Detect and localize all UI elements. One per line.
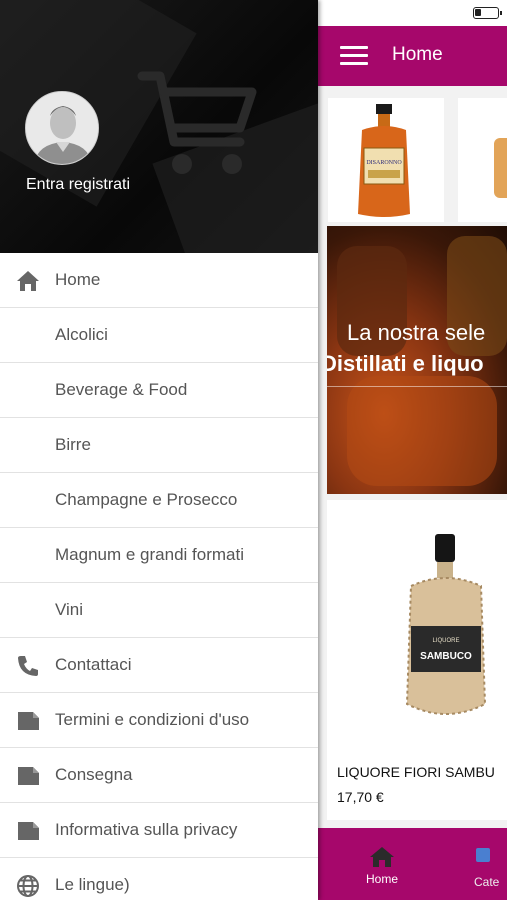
globe-icon [17,875,39,897]
bottle-label: SAMBUCO [420,651,472,662]
hamburger-icon[interactable] [340,46,368,66]
bottle-image [494,138,507,198]
navigation-drawer: Entra registrati Home Alcolici Beverage … [0,0,318,900]
home-icon [370,847,394,867]
menu-item-vini[interactable]: Vini [0,583,318,638]
product-price: 17,70 € [337,789,384,805]
nav-categories-label: Cate [474,875,500,889]
bottom-navigation: Home Cate [318,828,507,900]
menu-item-label: Champagne e Prosecco [55,490,238,509]
drawer-header: Entra registrati [0,0,318,253]
home-icon [17,271,39,291]
nav-tab-categories[interactable]: Cate [474,846,507,889]
menu-item-champagne-prosecco[interactable]: Champagne e Prosecco [0,473,318,528]
sambuco-bottle-image: LIQUORE SAMBUCO [405,534,487,715]
status-bar [318,0,507,26]
promo-banner[interactable]: La nostra sele Distillati e liquo [327,226,507,494]
banner-divider [327,386,507,387]
menu-item-magnum[interactable]: Magnum e grandi formati [0,528,318,583]
shopping-cart-icon [137,71,257,174]
document-icon [18,822,39,840]
menu-item-label: Informativa sulla privacy [55,820,238,839]
menu-item-label: Home [55,270,101,289]
menu-item-label: Consegna [55,765,133,784]
categories-icon [476,848,490,862]
document-icon [18,767,39,785]
menu-item-label: Beverage & Food [55,380,188,399]
menu-item-termini[interactable]: Termini e condizioni d'uso [0,693,318,748]
product-card[interactable]: DISARONNO [328,98,444,222]
menu-item-label: Birre [55,435,91,454]
menu-item-contattaci[interactable]: Contattaci [0,638,318,693]
product-name: LIQUORE FIORI SAMBU [337,764,495,780]
bottle-label: DISARONNO [366,160,402,166]
main-app: Home DISARONNO La nostra sele Distillati… [318,0,507,900]
menu-item-consegna[interactable]: Consegna [0,748,318,803]
menu-item-label: Vini [55,600,84,619]
menu-item-label: Termini e condizioni d'uso [55,710,250,729]
banner-line-1: La nostra sele [347,320,486,345]
amaretto-bottle-image: DISARONNO [358,104,410,217]
menu-item-lingue[interactable]: Le lingue) [0,858,318,900]
app-toolbar: Home [318,26,507,86]
menu-item-home[interactable]: Home [0,253,318,308]
menu-item-label: Le lingue) [55,875,130,894]
nav-home-label: Home [365,872,398,886]
bottle-sublabel: LIQUORE [432,638,459,644]
menu-item-privacy[interactable]: Informativa sulla privacy [0,803,318,858]
drawer-menu: Home Alcolici Beverage & Food Birre Cham… [0,253,318,900]
login-register-link[interactable]: Entra registrati [26,176,130,194]
document-icon [18,712,39,730]
menu-item-label: Contattaci [55,655,132,674]
phone-icon [18,656,38,676]
user-avatar-icon[interactable] [25,91,99,165]
product-card[interactable] [458,98,507,222]
product-card-sambuco[interactable]: LIQUORE SAMBUCO LIQUORE FIORI SAMBU 17,7… [327,500,507,820]
menu-item-alcolici[interactable]: Alcolici [0,308,318,363]
menu-item-beverage-food[interactable]: Beverage & Food [0,363,318,418]
battery-icon [473,7,502,19]
page-title: Home [392,44,443,65]
nav-tab-home[interactable]: Home [352,846,412,886]
menu-item-label: Magnum e grandi formati [55,545,244,564]
banner-line-2: Distillati e liquo [327,351,484,376]
menu-item-label: Alcolici [55,325,108,344]
menu-item-birre[interactable]: Birre [0,418,318,473]
